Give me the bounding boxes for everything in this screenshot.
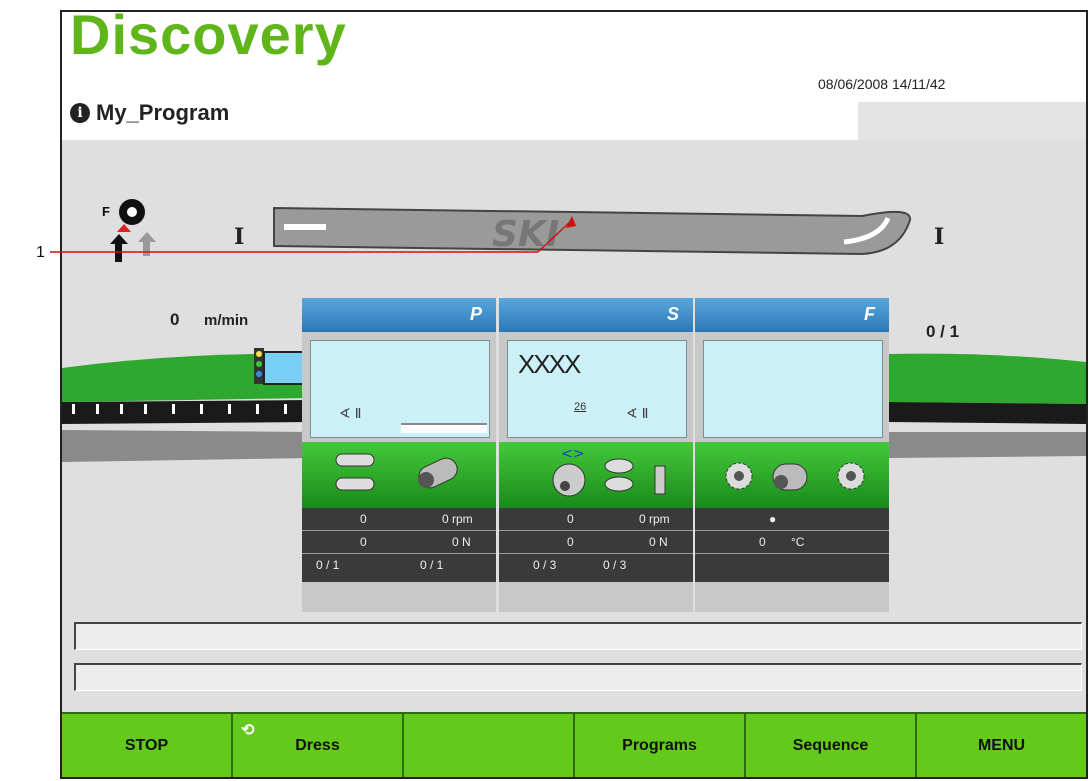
unit-f-letter: F xyxy=(864,304,875,324)
programs-button[interactable]: Programs xyxy=(575,712,746,777)
stone-pattern: XXXX xyxy=(518,349,581,379)
function-button-bar: STOP ⟲ Dress Programs Sequence MENU xyxy=(62,712,1086,777)
unit-s-tools: <> xyxy=(499,442,693,508)
blank-button[interactable] xyxy=(404,712,575,777)
menu-button[interactable]: MENU xyxy=(917,712,1086,777)
stone-wheel-icon: <> xyxy=(552,446,586,497)
message-bar-1 xyxy=(74,622,1082,650)
stop-button[interactable]: STOP xyxy=(62,712,233,777)
unit-s-data: 00 rpm 00 N 0 / 30 / 3 xyxy=(499,508,693,582)
unit-f-header: F xyxy=(695,298,889,332)
status-indicator-icon: ● xyxy=(769,512,777,526)
brush-icon xyxy=(837,462,865,490)
roller-icon xyxy=(772,463,808,491)
unit-s-display: XXXX 26 ∢ Ⅱ xyxy=(507,340,687,438)
svg-text:<>: <> xyxy=(561,446,584,462)
unit-p-data: 00 rpm 00 N 0 / 10 / 1 xyxy=(302,508,496,582)
unit-f: F ● 0 °C xyxy=(695,298,889,612)
belt-icon xyxy=(335,453,375,491)
unit-p-tools xyxy=(302,442,496,508)
dress-icon: ⟲ xyxy=(241,722,255,739)
brush-icon xyxy=(725,462,753,490)
angle-icon: ∢ Ⅱ xyxy=(339,405,362,421)
disc-icon xyxy=(604,458,634,492)
unit-f-data: ● 0 °C xyxy=(695,508,889,582)
feed-speed-value: 0 xyxy=(170,310,180,329)
message-bar-2 xyxy=(74,663,1082,691)
unit-s-header: S xyxy=(499,298,693,332)
unit-s: S XXXX 26 ∢ Ⅱ <> 0 0 rpm 0 0 N 0 / 3 0 /… xyxy=(499,298,693,612)
callout-number: 1 xyxy=(36,244,45,261)
machine-screen: Discovery i My_Program 08/06/2008 14/11/… xyxy=(60,10,1088,779)
feed-speed-unit: m/min xyxy=(204,312,249,329)
dress-button[interactable]: ⟲ Dress xyxy=(233,712,404,777)
unit-s-letter: S xyxy=(666,304,679,324)
unit-f-tools xyxy=(695,442,889,508)
progress-slot xyxy=(401,423,487,433)
roller-icon xyxy=(418,457,458,489)
block-icon xyxy=(654,465,666,495)
unit-f-display xyxy=(703,340,883,438)
pattern-number: 26 xyxy=(574,401,587,413)
angle-icon: ∢ Ⅱ xyxy=(626,405,649,421)
unit-p-display: ∢ Ⅱ xyxy=(310,340,490,438)
callout-line xyxy=(60,12,1088,312)
unit-p-letter: P xyxy=(469,304,482,324)
sequence-button[interactable]: Sequence xyxy=(746,712,917,777)
unit-p: P ∢ Ⅱ 00 rpm 00 N 0 / 10 / 1 xyxy=(302,298,496,612)
unit-p-header: P xyxy=(302,298,496,332)
